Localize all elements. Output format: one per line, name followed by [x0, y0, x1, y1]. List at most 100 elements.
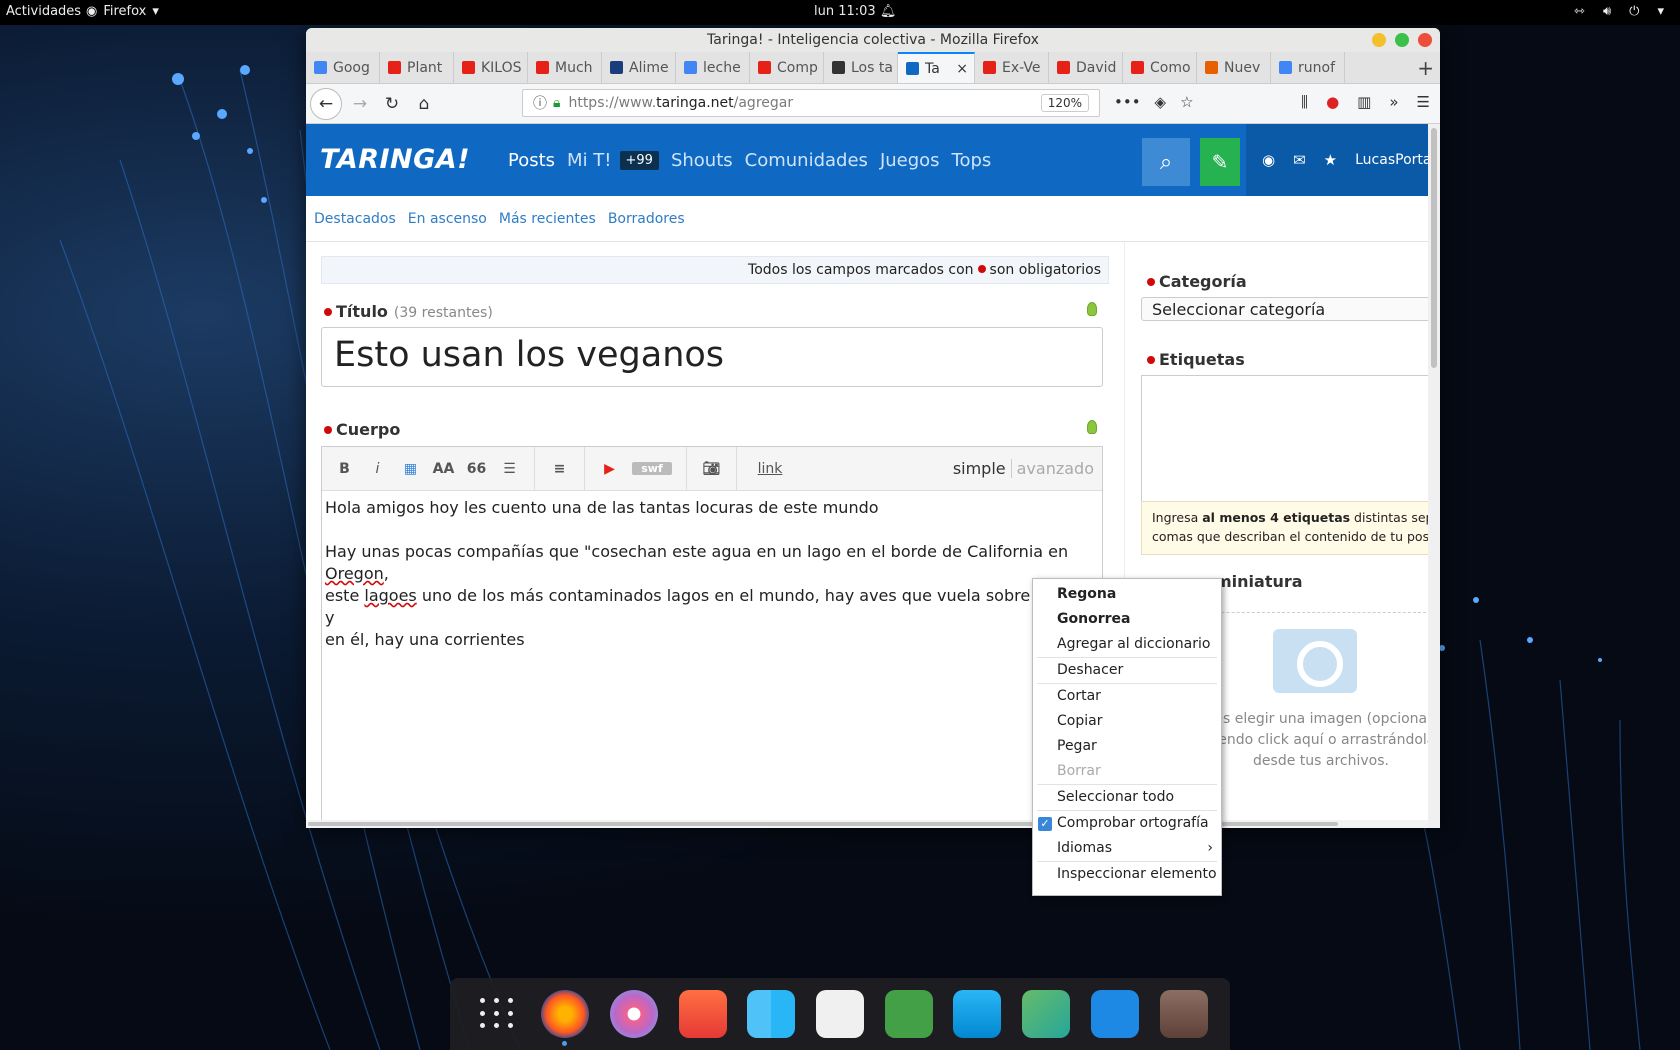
- nav-comunidades[interactable]: Comunidades: [745, 150, 868, 171]
- camera-icon[interactable]: 📷︎: [695, 461, 728, 477]
- subnav-borradores[interactable]: Borradores: [608, 211, 685, 227]
- browser-tab[interactable]: KILOS: [454, 52, 528, 83]
- browser-tab[interactable]: runof: [1271, 52, 1345, 83]
- extension-icon[interactable]: ●: [1326, 93, 1339, 111]
- eye-icon[interactable]: ◉: [1262, 151, 1275, 169]
- lock-icon[interactable]: 🔒︎: [553, 95, 560, 111]
- misspelled-word[interactable]: lagoes: [364, 586, 416, 605]
- browser-tab[interactable]: Much: [528, 52, 602, 83]
- close-button[interactable]: [1418, 33, 1432, 47]
- pocket-icon[interactable]: ◈: [1155, 93, 1167, 111]
- context-menu-item[interactable]: Agregar al diccionario: [1033, 632, 1221, 657]
- context-menu-item[interactable]: Cortar: [1033, 684, 1221, 709]
- browser-tab[interactable]: Los ta: [824, 52, 898, 83]
- more-actions-icon[interactable]: •••: [1114, 93, 1141, 111]
- youtube-icon[interactable]: ▶: [593, 461, 626, 477]
- weather-icon[interactable]: [953, 990, 1002, 1038]
- apps-grid-icon[interactable]: [472, 990, 520, 1038]
- hint-bulb-icon[interactable]: [1087, 302, 1097, 316]
- favorites-star-icon[interactable]: ★: [1324, 151, 1337, 169]
- color-grid-icon[interactable]: ▦: [394, 461, 427, 477]
- context-menu-item[interactable]: Idiomas ›: [1033, 836, 1221, 861]
- facetime-icon[interactable]: [884, 990, 933, 1038]
- sidebar-icon[interactable]: ▥: [1357, 93, 1371, 111]
- tags-input[interactable]: [1141, 375, 1428, 501]
- browser-tab[interactable]: Plant: [380, 52, 454, 83]
- vertical-scrollbar[interactable]: [1428, 124, 1440, 828]
- maps-icon[interactable]: [1022, 990, 1071, 1038]
- browser-tab[interactable]: Como: [1123, 52, 1197, 83]
- hint-bulb-icon[interactable]: [1087, 420, 1097, 434]
- subnav-mas-recientes[interactable]: Más recientes: [499, 211, 596, 227]
- nav-juegos[interactable]: Juegos: [880, 150, 940, 171]
- bold-button[interactable]: B: [328, 461, 361, 477]
- home-button[interactable]: ⌂: [410, 90, 438, 118]
- browser-tab[interactable]: Comp: [750, 52, 824, 83]
- context-menu-item[interactable]: Pegar: [1033, 734, 1221, 759]
- nav-mi-t[interactable]: Mi T!: [567, 150, 611, 171]
- writer-icon[interactable]: [1090, 990, 1139, 1038]
- context-menu-item[interactable]: ✓ Comprobar ortografía: [1033, 811, 1221, 836]
- nav-tops[interactable]: Tops: [952, 150, 992, 171]
- search-icon[interactable]: ⌕: [1142, 138, 1190, 186]
- subnav-en-ascenso[interactable]: En ascenso: [408, 211, 487, 227]
- finder-icon[interactable]: [747, 990, 796, 1038]
- category-select[interactable]: Seleccionar categoría: [1141, 297, 1428, 321]
- browser-tab[interactable]: Alime: [602, 52, 676, 83]
- context-menu-item[interactable]: Gonorrea: [1033, 607, 1221, 632]
- italic-button[interactable]: i: [361, 461, 394, 477]
- username[interactable]: LucasPorta: [1355, 152, 1428, 168]
- browser-tab[interactable]: Ta ×: [898, 52, 975, 83]
- browser-tab[interactable]: leche: [676, 52, 750, 83]
- clock[interactable]: lun 11:03 🔔︎: [814, 4, 896, 19]
- context-menu-item[interactable]: Inspeccionar elemento: [1033, 862, 1221, 887]
- quote-button[interactable]: 66: [460, 461, 493, 477]
- context-menu-item[interactable]: Seleccionar todo: [1033, 785, 1221, 810]
- activities-button[interactable]: Actividades: [6, 4, 81, 19]
- link-button[interactable]: link: [745, 461, 795, 477]
- mode-simple[interactable]: simple: [953, 459, 1006, 478]
- context-menu-item[interactable]: Regona: [1033, 582, 1221, 607]
- mode-advanced[interactable]: avanzado: [1010, 459, 1094, 478]
- overflow-icon[interactable]: »: [1389, 93, 1398, 111]
- calculator-icon[interactable]: [1159, 990, 1208, 1038]
- zoom-indicator[interactable]: 120%: [1040, 94, 1089, 112]
- subnav-destacados[interactable]: Destacados: [314, 211, 396, 227]
- browser-tab[interactable]: Ex-Ve: [975, 52, 1049, 83]
- bookmark-star-icon[interactable]: ☆: [1180, 93, 1193, 111]
- context-menu-item[interactable]: Deshacer: [1033, 658, 1221, 683]
- url-bar[interactable]: ⓘ 🔒︎ https://www.taringa.net/agregar 120…: [522, 89, 1100, 117]
- library-icon[interactable]: ⫼: [1301, 93, 1308, 111]
- close-tab-icon[interactable]: ×: [956, 61, 968, 77]
- horizontal-scrollbar[interactable]: [306, 820, 1428, 828]
- firefox-icon[interactable]: [541, 990, 590, 1046]
- maximize-button[interactable]: [1395, 33, 1409, 47]
- body-editor[interactable]: B i ▦ AA 66 ☰ ≡ ▶ swf 📷︎ link simple ava…: [321, 446, 1103, 828]
- window-titlebar[interactable]: Taringa! - Inteligencia colectiva - Mozi…: [306, 28, 1440, 52]
- context-menu-item[interactable]: Copiar: [1033, 709, 1221, 734]
- photo-booth-icon[interactable]: [678, 990, 727, 1038]
- minimize-button[interactable]: [1372, 33, 1386, 47]
- reload-button[interactable]: ↻: [378, 90, 406, 118]
- hamburger-menu-icon[interactable]: ☰: [1417, 93, 1430, 111]
- mail-icon[interactable]: ✉: [1293, 151, 1306, 169]
- font-size-button[interactable]: AA: [427, 461, 460, 477]
- align-icon[interactable]: ≡: [543, 461, 576, 477]
- new-post-icon[interactable]: ✎: [1200, 138, 1240, 186]
- taringa-logo[interactable]: TARINGA!: [320, 144, 470, 175]
- notification-badge[interactable]: +99: [619, 151, 659, 170]
- info-icon[interactable]: ⓘ: [533, 93, 547, 113]
- app-menu[interactable]: ◉ Firefox ▾: [86, 4, 159, 19]
- title-input[interactable]: Esto usan los veganos: [321, 327, 1103, 387]
- browser-tab[interactable]: Goog: [306, 52, 380, 83]
- forward-button[interactable]: →: [346, 90, 374, 118]
- music-icon[interactable]: [609, 990, 658, 1038]
- gimp-icon[interactable]: [815, 990, 864, 1038]
- browser-tab[interactable]: Nuev: [1197, 52, 1271, 83]
- back-button[interactable]: ←: [310, 87, 342, 120]
- nav-posts[interactable]: Posts: [508, 150, 555, 171]
- body-text[interactable]: Hola amigos hoy les cuento una de las ta…: [325, 497, 1095, 651]
- nav-shouts[interactable]: Shouts: [671, 150, 733, 171]
- swf-button[interactable]: swf: [632, 462, 672, 475]
- browser-tab[interactable]: David: [1049, 52, 1123, 83]
